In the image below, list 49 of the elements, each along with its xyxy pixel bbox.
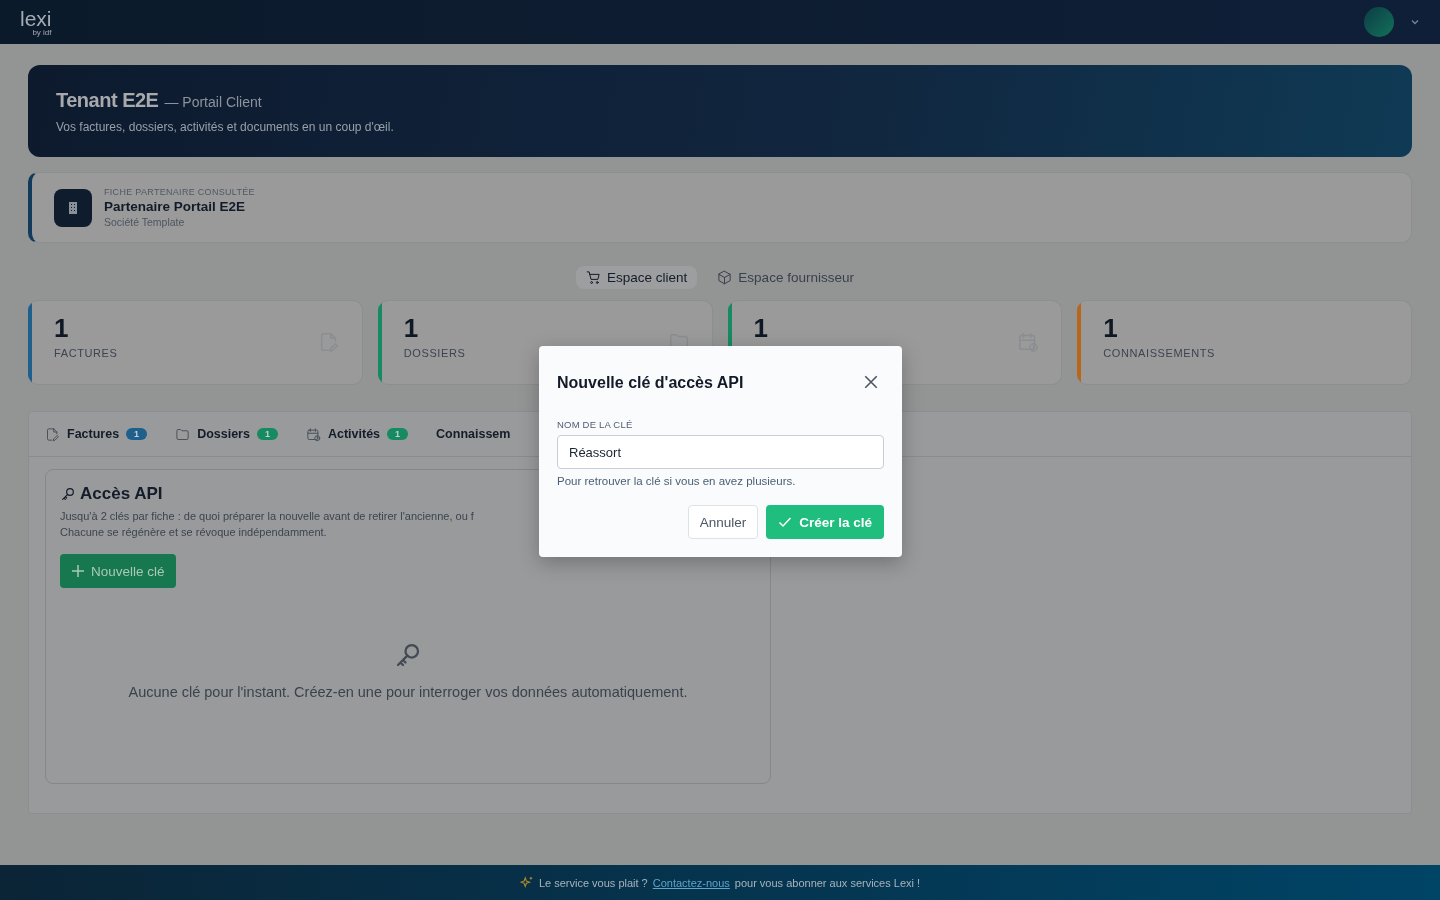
cancel-button[interactable]: Annuler (687, 505, 759, 539)
cart-icon (586, 270, 602, 285)
space-tab[interactable]: Espace client (576, 266, 698, 289)
footer-text: Le service vous plait ? (538, 876, 648, 889)
empty-message: Aucune clé pour l'instant. Créez-en une pour interroger vos données automatiquement. (128, 684, 688, 700)
stat-label: DOSSIERS (403, 347, 466, 359)
check-icon (778, 515, 793, 529)
user-avatar[interactable] (1364, 7, 1394, 37)
api-title: Accès API (80, 484, 163, 504)
close-icon (863, 374, 879, 390)
stat-value: 1 (1103, 315, 1119, 341)
section-tab[interactable]: Connaissem (436, 427, 511, 441)
field-hint: Pour retrouver la clé si vous en avez plusieurs. (557, 475, 797, 487)
new-key-button[interactable]: Nouvelle clé (60, 554, 176, 588)
contact-link[interactable]: Contactez-nous (652, 876, 730, 889)
count-badge: 1 (256, 428, 278, 440)
partner-type: Société Template (104, 216, 186, 228)
partner-name: Partenaire Portail E2E (104, 199, 247, 214)
section-tab[interactable]: Dossiers 1 (175, 426, 278, 442)
count-badge: 1 (387, 428, 409, 440)
chevron-down-icon[interactable] (1410, 17, 1420, 27)
partner-eyebrow: FICHE PARTENAIRE CONSULTÉE (104, 187, 255, 197)
hero-description: Vos factures, dossiers, activités et documents en un coup d'œil. (56, 119, 395, 134)
space-tab[interactable]: Espace fournisseur (707, 266, 864, 289)
section-tab[interactable]: Activités 1 (305, 426, 409, 442)
tenant-title: Tenant E2E (56, 88, 159, 112)
field-label: NOM DE LA CLÉ (557, 419, 634, 430)
api-description: Jusqu'à 2 clés par fiche : de quoi préparer la nouvelle avant de retirer l'ancienne, ou f (60, 509, 474, 524)
footer-text: pour vous abonner aux services Lexi ! (734, 876, 921, 889)
plus-icon (71, 564, 85, 578)
section-tab[interactable]: Factures 1 (45, 426, 148, 442)
folder-icon (175, 426, 191, 442)
sparkle-icon (519, 875, 534, 890)
count-badge: 1 (126, 428, 148, 440)
dialog-title: Nouvelle clé d'accès API (557, 374, 744, 392)
stat-value: 1 (54, 315, 70, 341)
stat-value: 1 (403, 315, 420, 341)
api-description: Chacune se régénère et se révoque indépendamment. (60, 525, 327, 540)
portal-subtitle: — Portail Client (164, 93, 262, 110)
box-icon (717, 270, 733, 285)
lexi-logo[interactable]: lexi by idf (20, 7, 52, 37)
invoice-icon (45, 426, 60, 442)
stat-value: 1 (753, 315, 768, 341)
calendar-icon (305, 426, 321, 442)
building-icon (54, 188, 92, 227)
stat-label: FACTURES (54, 347, 118, 359)
key-icon (60, 486, 76, 502)
key-name-field[interactable]: Réassort (557, 435, 884, 469)
stat-label: CONNAISSEMENTS (1103, 347, 1215, 359)
